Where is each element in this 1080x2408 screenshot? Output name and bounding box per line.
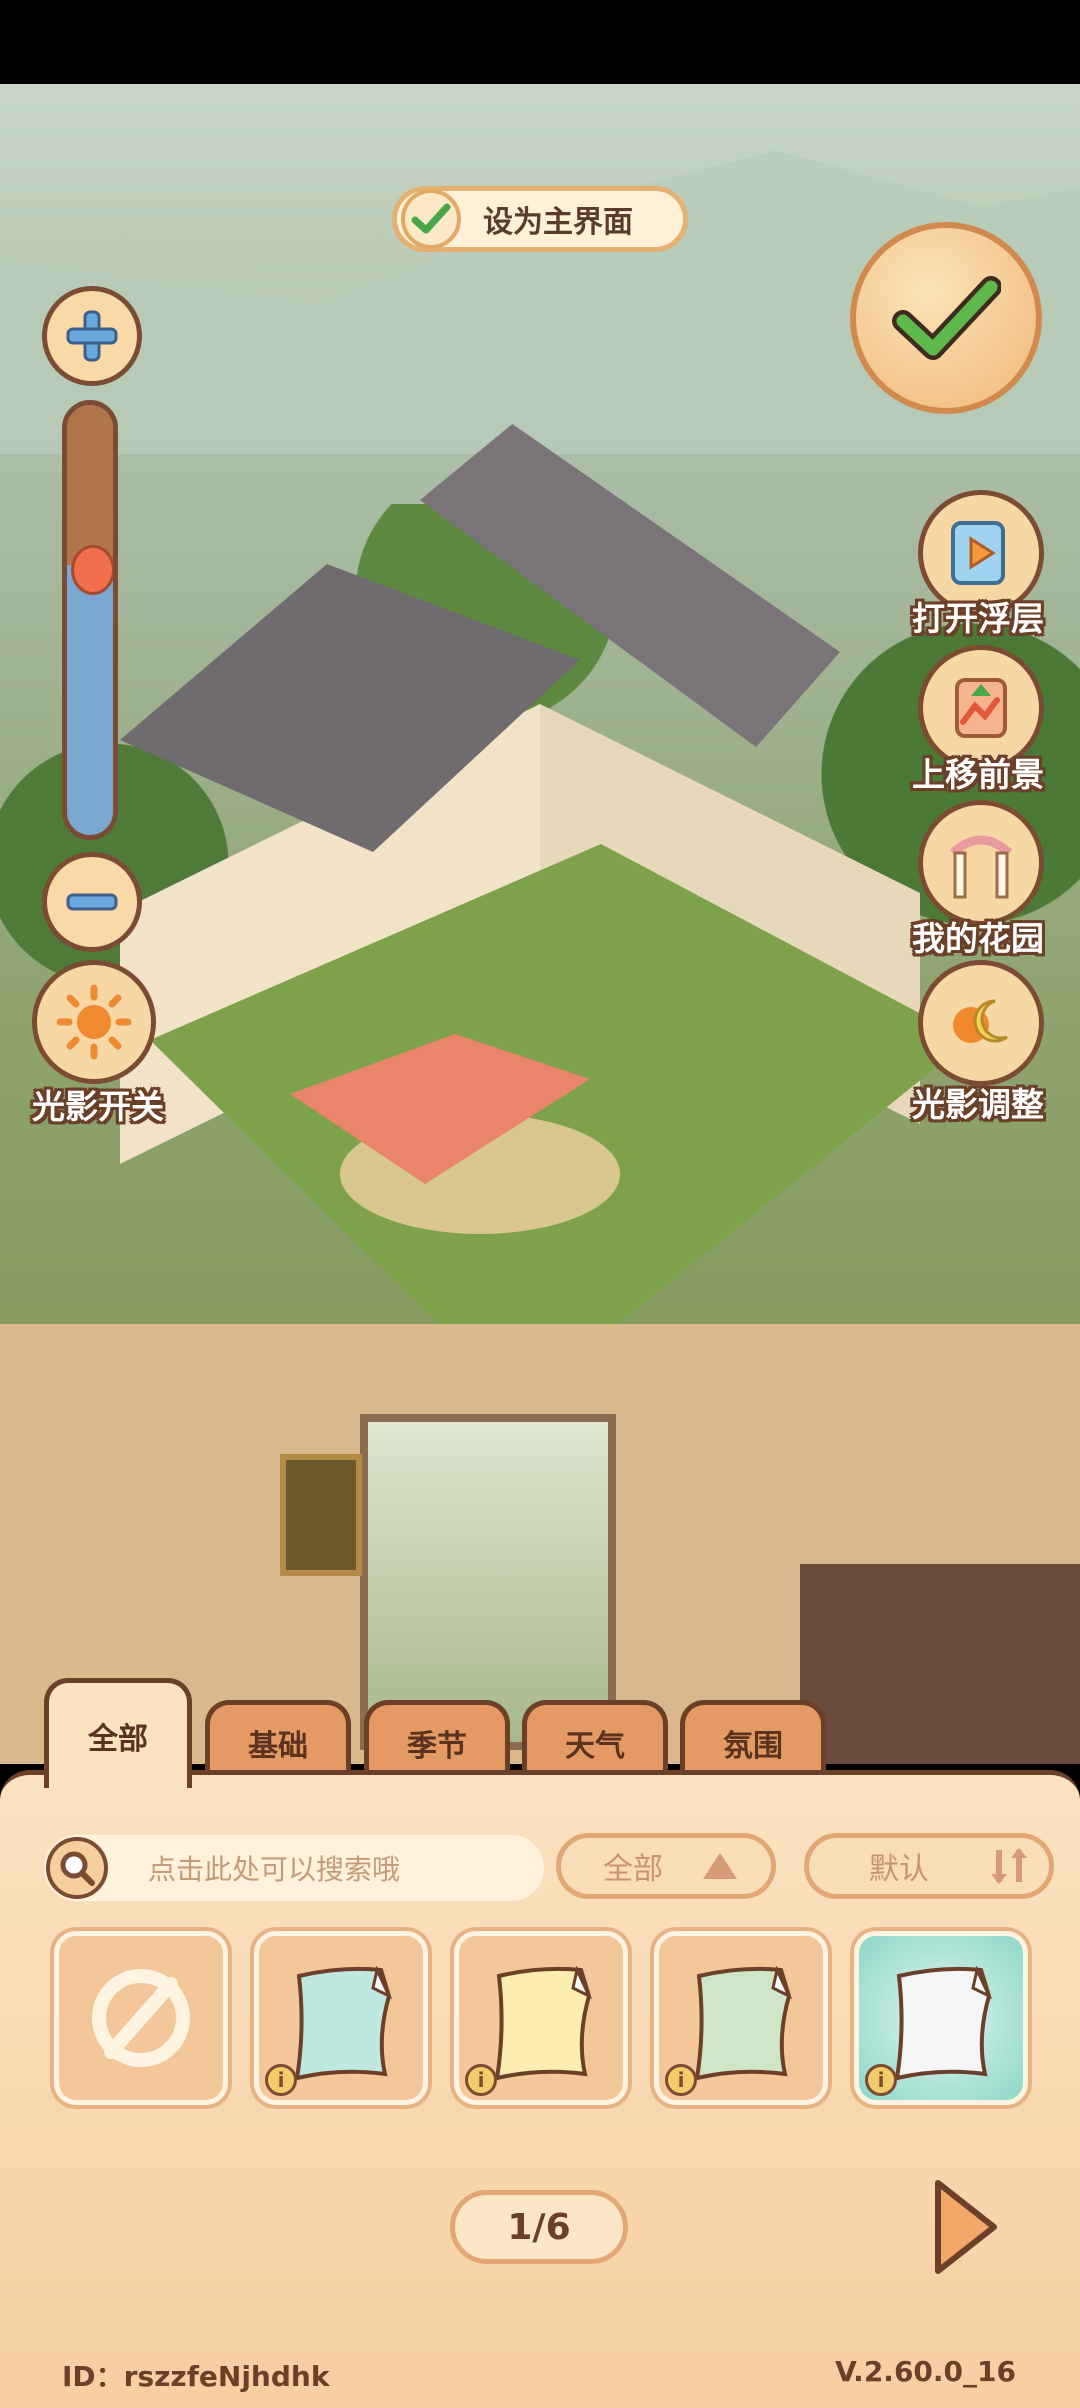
item-paper-4[interactable]: i	[854, 1931, 1028, 2105]
kitchen-corner	[800, 1564, 1080, 1764]
item-paper-1[interactable]: i	[254, 1931, 428, 2105]
play-layer-icon	[951, 521, 1005, 585]
info-icon[interactable]: i	[665, 2064, 697, 2096]
version-label: V.2.60.0_16	[835, 2355, 1016, 2388]
play-right-icon	[935, 2180, 997, 2274]
move-foreground-up-icon	[955, 678, 1007, 738]
open-layer-label: 打开浮层	[912, 599, 1044, 638]
triangle-up-icon	[703, 1853, 737, 1879]
tab-atmosphere[interactable]: 氛围	[680, 1700, 826, 1780]
tab-basic[interactable]: 基础	[205, 1700, 351, 1780]
minus-icon	[66, 893, 118, 911]
set-as-home-toggle[interactable]: 设为主界面	[392, 186, 688, 252]
move-foreground-up-label: 上移前景	[912, 755, 1044, 794]
tab-weather[interactable]: 天气	[522, 1700, 668, 1780]
search-icon	[46, 1837, 108, 1899]
sun-icon	[56, 984, 132, 1060]
big-check-icon	[892, 276, 1001, 360]
next-page-button[interactable]	[930, 2177, 1000, 2277]
garden-arch-icon	[949, 835, 1013, 899]
sort-label: 默认	[869, 1852, 929, 1887]
wall-painting	[280, 1454, 362, 1576]
item-paper-2[interactable]: i	[454, 1931, 628, 2105]
zoom-slider-track-top	[67, 405, 113, 565]
none-icon	[92, 1969, 190, 2067]
zoom-in-button[interactable]	[42, 286, 142, 386]
light-adjust-button[interactable]	[918, 960, 1044, 1086]
item-paper-3[interactable]: i	[654, 1931, 828, 2105]
tab-season[interactable]: 季节	[364, 1700, 510, 1780]
light-toggle-label: 光影开关	[32, 1087, 164, 1126]
plus-icon	[66, 310, 118, 362]
my-garden-label: 我的花园	[912, 919, 1044, 958]
zoom-slider[interactable]	[62, 400, 118, 840]
sort-dropdown[interactable]: 默认	[804, 1833, 1054, 1899]
user-id: ID：rszzfeNjhdhk	[62, 2360, 330, 2393]
filter-dropdown[interactable]: 全部	[556, 1833, 776, 1899]
sun-moon-icon	[953, 999, 1008, 1043]
info-icon[interactable]: i	[865, 2064, 897, 2096]
search-placeholder: 点击此处可以搜索哦	[148, 1853, 401, 1886]
confirm-button[interactable]	[850, 222, 1042, 414]
my-garden-button[interactable]	[918, 800, 1044, 926]
filter-label: 全部	[603, 1852, 663, 1887]
light-adjust-label: 光影调整	[912, 1085, 1044, 1124]
decoration-panel: 点击此处可以搜索哦 全部 默认 i i i i 1/6 ID：rszzfeNjh…	[0, 1770, 1080, 2408]
paper-note-icon	[894, 1965, 993, 2081]
zoom-out-button[interactable]	[42, 852, 142, 952]
search-input[interactable]: 点击此处可以搜索哦	[44, 1835, 544, 1901]
paper-note-icon	[694, 1965, 793, 2081]
info-icon[interactable]: i	[465, 2064, 497, 2096]
light-toggle-button[interactable]	[32, 960, 156, 1084]
page-indicator: 1/6	[450, 2190, 628, 2264]
sort-icon	[991, 1848, 1027, 1884]
set-as-home-label: 设为主界面	[483, 205, 633, 240]
zoom-slider-knob[interactable]	[71, 545, 113, 595]
status-bar	[0, 0, 1080, 84]
tab-all[interactable]: 全部	[44, 1678, 192, 1788]
check-icon	[401, 189, 461, 249]
paper-note-icon	[294, 1965, 393, 2081]
item-none[interactable]	[54, 1931, 228, 2105]
info-icon[interactable]: i	[265, 2064, 297, 2096]
paper-note-icon	[494, 1965, 593, 2081]
